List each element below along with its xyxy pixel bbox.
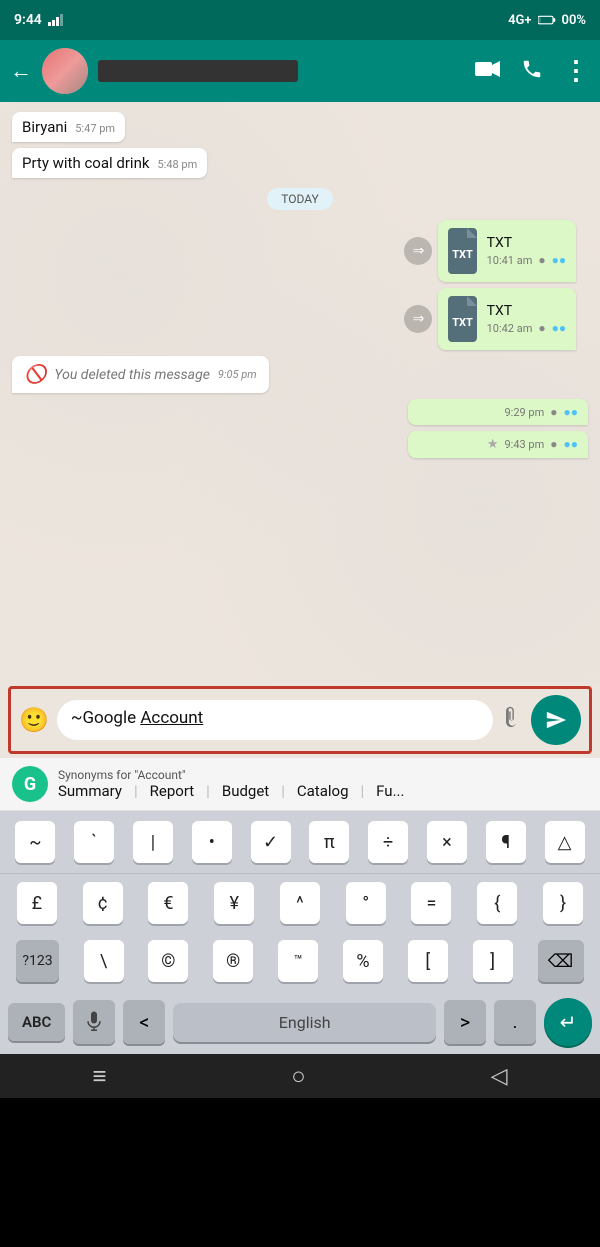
file-bubble-1: TXT TXT 10:41 am ● ●● [438,220,576,282]
key-tilde[interactable]: ~ [15,821,55,863]
symbol-row: ?123 \ © ® ™ % [ ] ⌫ [0,932,600,990]
message-prty: Prty with coal drink 5:48 pm [12,148,207,178]
input-bar: 🙂 ~Google Account [8,686,592,754]
synonym-more[interactable]: Fu... [376,782,404,800]
synonym-summary[interactable]: Summary [58,782,122,800]
synonym-report[interactable]: Report [150,782,195,800]
date-divider-today: TODAY [267,188,333,210]
avatar[interactable] [42,48,88,94]
key-enter[interactable]: ↵ [544,998,592,1046]
blank-message-1: 9:29 pm ● ●● [408,399,588,425]
attach-button[interactable] [501,706,523,734]
deleted-icon: 🚫 [24,364,46,385]
keyboard-nav-row: ABC < English > . ↵ [0,990,600,1054]
file-bubble-2: TXT TXT 10:42 am ● ●● [438,288,576,350]
key-multiply[interactable]: × [427,821,467,863]
status-bar: 9:44 4G+ 00% [0,0,600,40]
grammarly-title: Synonyms for "Account" [58,768,404,782]
key-divide[interactable]: ÷ [368,821,408,863]
back-button[interactable]: ← [10,58,32,84]
blank-message-2: ★ 9:43 pm ● ●● [408,431,588,458]
keyboard: ~ ` | • ✓ π ÷ × ¶ △ £ ¢ € ¥ ^ ° = { } ?1… [0,811,600,1054]
top-bar-icons: ⋮ [475,56,590,86]
grammarly-content: Synonyms for "Account" Summary | Report … [58,768,404,800]
key-pound[interactable]: £ [17,882,57,924]
message-biryani: Biryani 5:47 pm [12,112,125,142]
message-input[interactable]: ~Google Account [57,700,493,740]
key-yen[interactable]: ¥ [214,882,254,924]
key-close-bracket[interactable]: ] [473,940,513,982]
video-call-icon[interactable] [475,59,501,83]
chat-area: Biryani 5:47 pm Prty with coal drink 5:4… [0,102,600,682]
voice-call-icon[interactable] [521,58,543,85]
nav-menu-icon[interactable]: ≡ [92,1062,106,1091]
battery-icon [538,14,556,26]
key-backslash[interactable]: \ [84,940,124,982]
key-trademark[interactable]: ™ [278,940,318,982]
key-caret[interactable]: ^ [280,882,320,924]
deleted-message: 🚫 You deleted this message 9:05 pm [12,356,269,393]
file-icon-2: TXT [448,296,476,342]
file-message-1: ⇒ TXT TXT 10:41 am ● ●● [404,220,588,282]
key-open-bracket[interactable]: [ [408,940,448,982]
nav-back-icon[interactable]: ◁ [491,1064,508,1089]
key-close-brace[interactable]: } [543,882,583,924]
key-degree[interactable]: ° [346,882,386,924]
key-pi[interactable]: π [309,821,349,863]
contact-name[interactable] [98,60,298,82]
status-right: 4G+ 00% [508,13,586,28]
key-mic[interactable] [73,1000,115,1044]
key-abc[interactable]: ABC [8,1003,65,1041]
file-icon-1: TXT [448,228,476,274]
key-registered[interactable]: ® [213,940,253,982]
key-open-brace[interactable]: { [477,882,517,924]
grammarly-logo: G [12,766,48,802]
key-bullet[interactable]: • [192,821,232,863]
more-options-icon[interactable]: ⋮ [563,56,590,86]
key-copyright[interactable]: © [148,940,188,982]
key-euro[interactable]: € [148,882,188,924]
send-button[interactable] [531,695,581,745]
grammarly-bar: G Synonyms for "Account" Summary | Repor… [0,758,600,811]
forward-icon-2[interactable]: ⇒ [404,305,432,333]
key-checkmark[interactable]: ✓ [251,821,291,863]
forward-icon-1[interactable]: ⇒ [404,237,432,265]
synonym-catalog[interactable]: Catalog [297,782,349,800]
key-period[interactable]: . [494,1000,536,1044]
key-triangle[interactable]: △ [545,821,585,863]
signal-icon [48,14,66,26]
status-time: 9:44 [14,12,66,28]
key-language[interactable]: English [173,1003,436,1042]
key-backtick[interactable]: ` [74,821,114,863]
input-wrapper: 🙂 ~Google Account [0,682,600,758]
file-message-2: ⇒ TXT TXT 10:42 am ● ●● [404,288,588,350]
key-pilcrow[interactable]: ¶ [486,821,526,863]
nav-bar: ≡ ○ ◁ [0,1054,600,1098]
key-chevron-right[interactable]: > [444,1000,486,1044]
currency-row: £ ¢ € ¥ ^ ° = { } [0,874,600,932]
nav-home-icon[interactable]: ○ [291,1062,306,1091]
key-delete[interactable]: ⌫ [538,940,584,982]
emoji-button[interactable]: 🙂 [19,706,49,734]
key-chevron-left[interactable]: < [123,1000,165,1044]
key-percent[interactable]: % [343,940,383,982]
grammarly-synonyms: Summary | Report | Budget | Catalog | Fu… [58,782,404,800]
key-num-switch[interactable]: ?123 [16,940,58,982]
key-equals[interactable]: = [411,882,451,924]
special-chars-row: ~ ` | • ✓ π ÷ × ¶ △ [0,811,600,874]
top-bar: ← ⋮ [0,40,600,102]
key-cent[interactable]: ¢ [83,882,123,924]
synonym-budget[interactable]: Budget [222,782,269,800]
key-pipe[interactable]: | [133,821,173,863]
